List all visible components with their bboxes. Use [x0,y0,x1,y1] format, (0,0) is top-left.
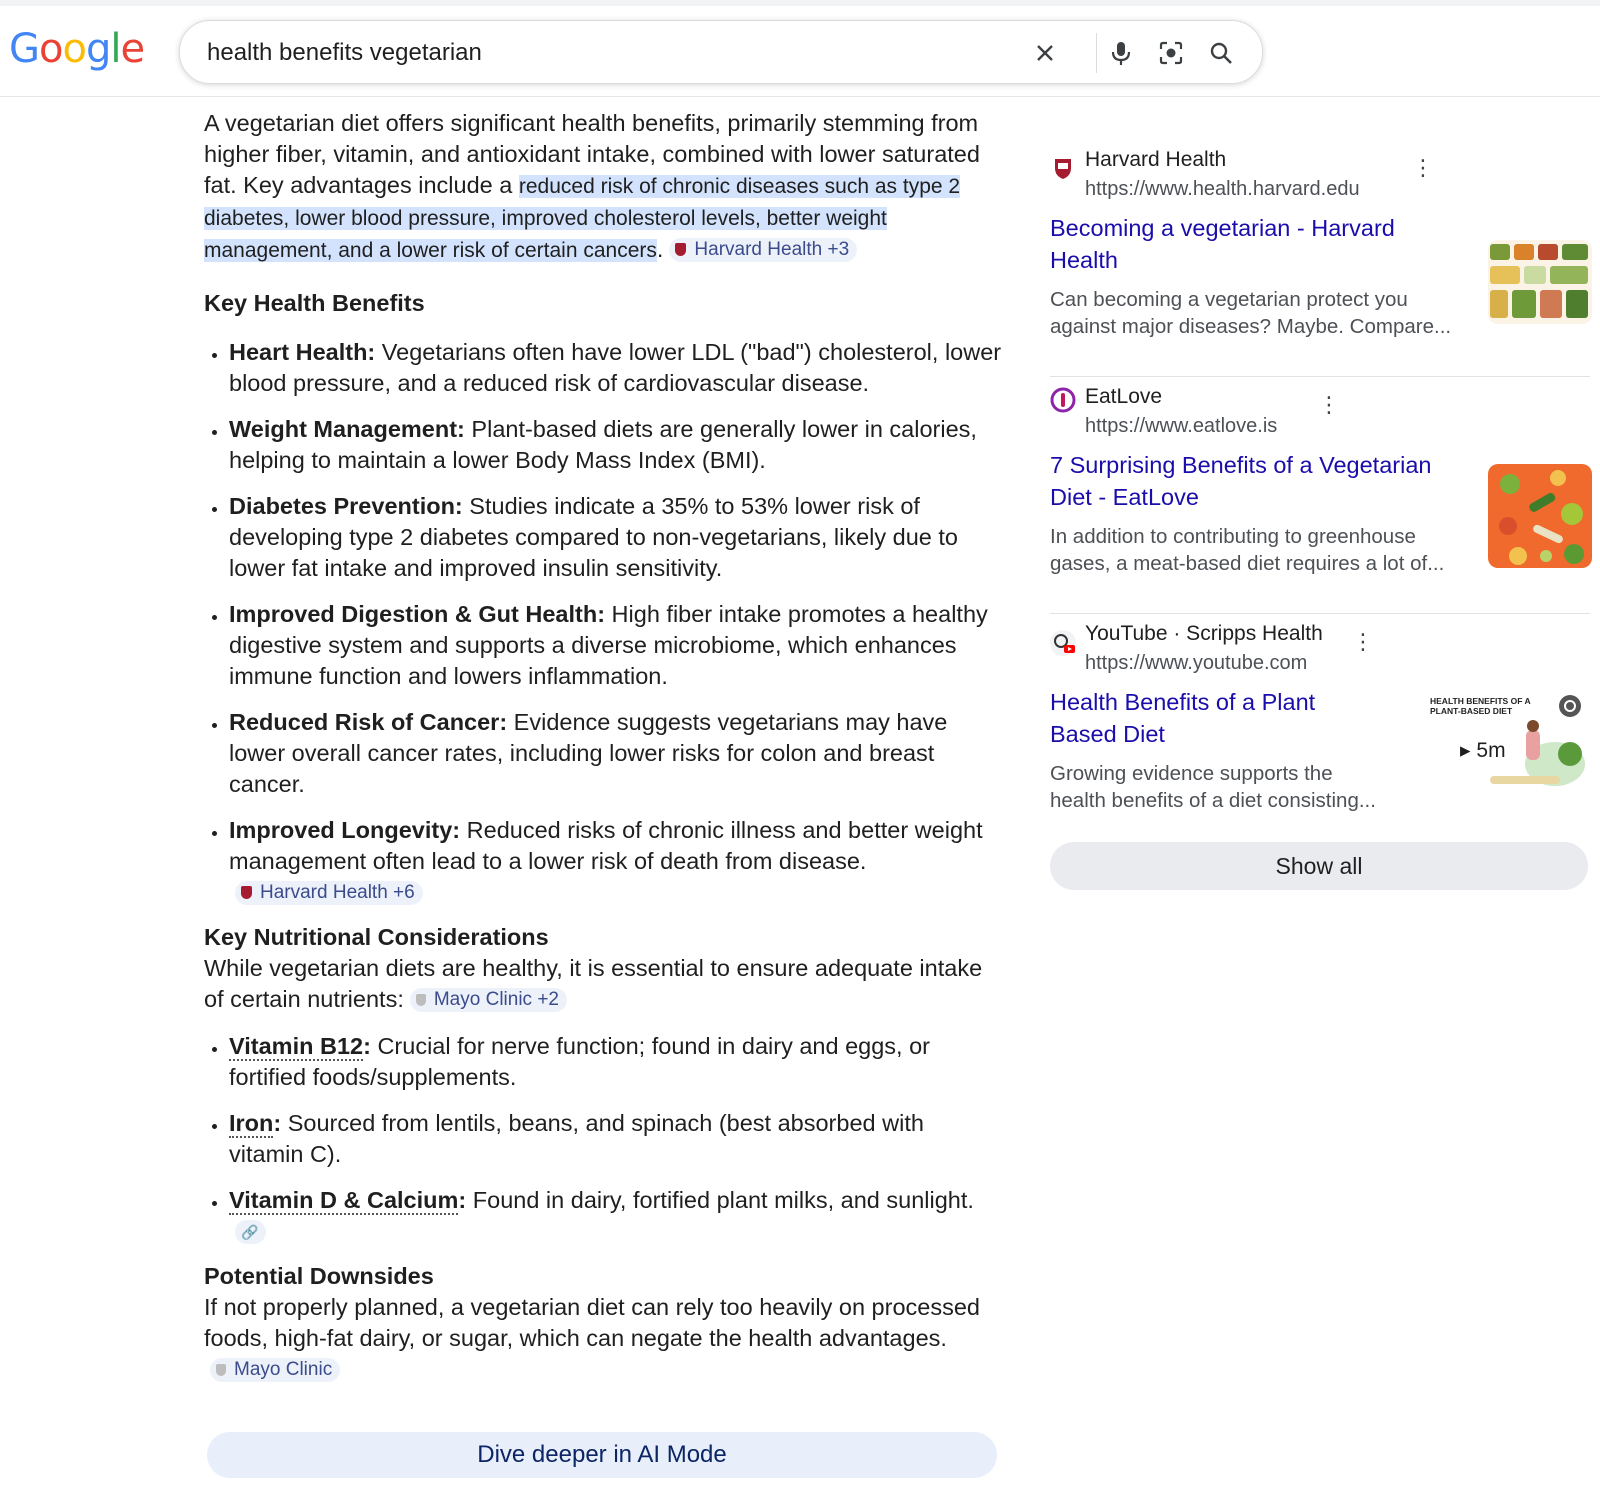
more-options-icon[interactable]: ⋮ [1412,156,1434,180]
nutrient-term[interactable]: Vitamin D & Calcium [229,1187,459,1215]
source-snippet: Growing evidence supports the [1050,762,1333,785]
nutrient-term[interactable]: Iron [229,1110,274,1138]
source-chip[interactable]: Harvard Health +3 [669,238,858,262]
harvard-shield-icon [675,243,687,256]
nutrient-text: Sourced from lentils, beans, and spinach… [229,1110,924,1167]
logo-letter: o [39,26,64,72]
source-snippet: gases, a meat-based diet requires a lot … [1050,552,1445,575]
more-options-icon[interactable]: ⋮ [1318,393,1340,417]
intro-end: . [656,236,664,262]
sources-panel: Harvard Health https://www.health.harvar… [1050,140,1592,844]
source-title[interactable]: Health Benefits of a Plant Based Diet [1050,686,1350,750]
section-heading: Key Nutritional Considerations [204,924,549,950]
link-icon: 🔗 [241,1224,259,1240]
more-options-icon[interactable]: ⋮ [1352,630,1374,654]
logo-letter: e [120,26,145,72]
section-heading: Potential Downsides [204,1263,434,1289]
mayo-clinic-icon [216,1364,226,1376]
benefit-term: Heart Health: [229,339,376,365]
duration-label: 5m [1476,739,1506,762]
section-paragraph: While vegetarian diets are healthy, it i… [204,953,1004,1015]
source-site: EatLove [1085,385,1163,408]
source-site: Harvard Health [1085,148,1227,171]
nutrient-term[interactable]: Vitamin B12 [229,1033,364,1061]
benefit-term: Reduced Risk of Cancer: [229,709,508,735]
benefit-term: Improved Digestion & Gut Health: [229,601,606,627]
list-item: Reduced Risk of Cancer: Evidence suggest… [229,707,1004,800]
show-all-button[interactable]: Show all [1050,842,1588,890]
chip-label: Harvard Health +3 [694,239,850,260]
vegetable-thumbnail[interactable] [1488,464,1592,568]
section-text: If not properly planned, a vegetarian di… [204,1294,980,1351]
google-logo[interactable]: Google [9,26,145,72]
nutrient-text: Found in dairy, fortified plant milks, a… [466,1187,974,1213]
video-duration: ▸ 5m [1460,738,1506,763]
source-chip[interactable]: Harvard Health +6 [235,881,423,905]
source-url[interactable]: https://www.youtube.com [1085,652,1307,675]
list-item: Improved Digestion & Gut Health: High fi… [229,599,1004,692]
logo-letter: o [62,26,87,72]
source-url[interactable]: https://www.eatlove.is [1085,415,1277,438]
nutrients-list: Vitamin B12: Crucial for nerve function;… [204,1031,1004,1247]
list-item: Heart Health: Vegetarians often have low… [229,337,1004,399]
source-title[interactable]: 7 Surprising Benefits of a Vegetarian Di… [1050,449,1450,513]
benefit-term: Weight Management: [229,416,465,442]
source-snippet: Can becoming a vegetarian protect you [1050,288,1408,311]
source-chip[interactable]: Mayo Clinic +2 [409,988,567,1012]
ai-overview: A vegetarian diet offers significant hea… [204,108,1004,1385]
chip-label: Harvard Health +6 [260,882,415,903]
ai-mode-button[interactable]: Dive deeper in AI Mode [207,1432,997,1478]
camera-lens-icon[interactable] [1156,38,1186,68]
logo-letter: g [85,26,111,72]
list-item: Diabetes Prevention: Studies indicate a … [229,491,1004,584]
source-title[interactable]: Becoming a vegetarian - Harvard Health [1050,212,1450,276]
benefits-list: Heart Health: Vegetarians often have low… [204,337,1004,908]
vegetable-thumbnail[interactable] [1488,240,1592,324]
harvard-shield-icon [1050,156,1076,182]
microphone-icon[interactable] [1106,38,1136,68]
list-item: Vitamin D & Calcium: Found in dairy, for… [229,1185,1004,1247]
section-heading: Key Health Benefits [204,290,425,316]
eatlove-icon [1050,387,1076,413]
search-input[interactable] [205,36,1009,70]
source-site: YouTube · Scripps Health [1085,622,1323,645]
source-snippet: In addition to contributing to greenhous… [1050,525,1416,548]
source-snippet: health benefits of a diet consisting... [1050,789,1376,812]
source-card[interactable]: Harvard Health https://www.health.harvar… [1050,140,1592,377]
logo-letter: G [9,26,40,72]
search-box [179,20,1263,84]
chip-label: Mayo Clinic +2 [433,989,559,1010]
section-text: While vegetarian diets are healthy, it i… [204,955,983,1012]
harvard-shield-icon [241,886,252,899]
divider [1096,33,1097,73]
play-icon: ▸ [1460,739,1477,762]
video-thumbnail[interactable]: HEALTH BENEFITS OF A PLANT-BASED DIET ▸ … [1430,692,1592,792]
list-item: Vitamin B12: Crucial for nerve function;… [229,1031,1004,1093]
logo-letter: l [110,26,121,72]
list-item: Improved Longevity: Reduced risks of chr… [229,815,1004,908]
source-chip[interactable]: Mayo Clinic [210,1358,341,1382]
list-item: Iron: Sourced from lentils, beans, and s… [229,1108,1004,1170]
source-url[interactable]: https://www.health.harvard.edu [1085,178,1360,201]
search-icon[interactable] [1206,38,1236,68]
mayo-clinic-icon [415,994,426,1006]
youtube-icon [1050,630,1076,656]
benefit-term: Improved Longevity: [229,817,461,843]
list-item: Weight Management: Plant-based diets are… [229,414,1004,476]
benefit-term: Diabetes Prevention: [229,493,463,519]
search-header: Google [0,6,1600,97]
clear-icon[interactable] [1030,38,1060,68]
section-paragraph: If not properly planned, a vegetarian di… [204,1292,1004,1385]
source-chip[interactable]: 🔗 [235,1220,267,1244]
nutrient-colon: : [363,1033,371,1059]
chip-label: Mayo Clinic [234,1359,333,1380]
source-card[interactable]: YouTube · Scripps Health https://www.you… [1050,614,1592,844]
source-snippet: against major diseases? Maybe. Compare..… [1050,315,1452,338]
intro-paragraph: A vegetarian diet offers significant hea… [204,108,1004,266]
source-card[interactable]: EatLove https://www.eatlove.is ⋮ 7 Surpr… [1050,377,1592,614]
